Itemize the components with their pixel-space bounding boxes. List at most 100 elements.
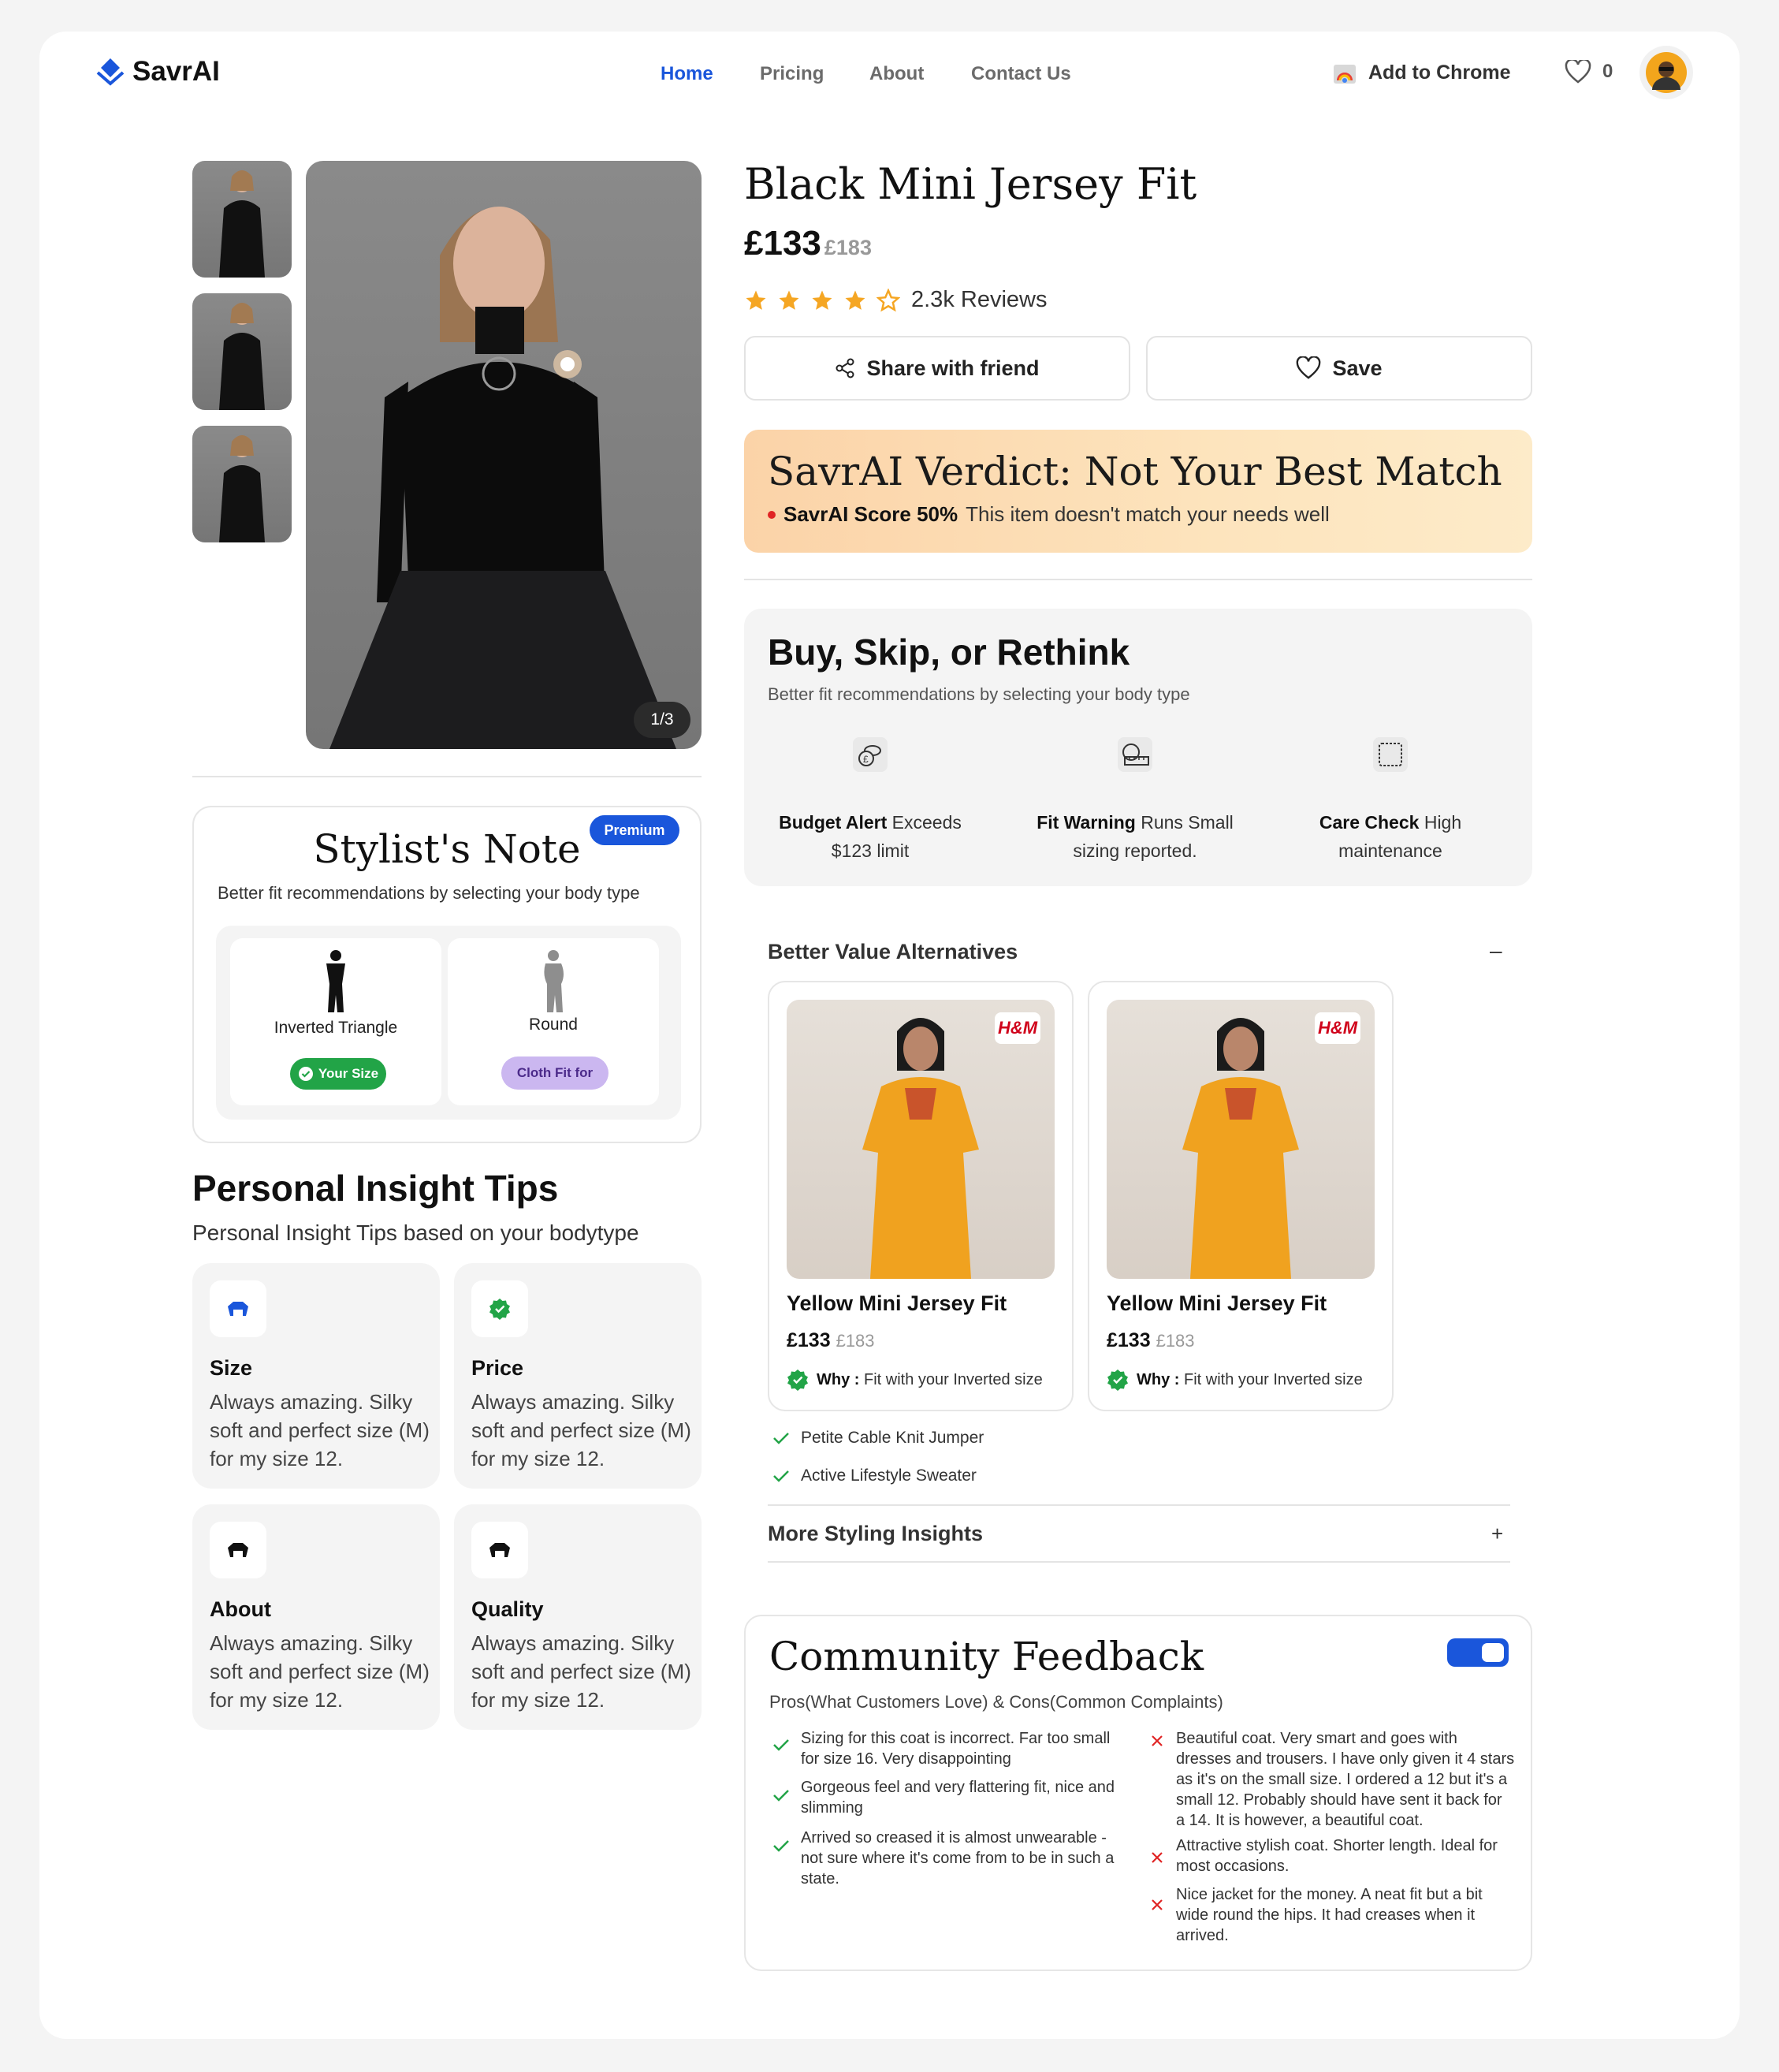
model-black-outfit-image xyxy=(329,207,676,749)
alternative-card[interactable]: H&M Yellow Mini Jersey Fit £133 £183 Why… xyxy=(1088,981,1394,1411)
care-check-text: High xyxy=(1419,812,1462,833)
star-filled-icon xyxy=(779,290,799,310)
cross-icon xyxy=(1152,1852,1163,1863)
fit-warning-detail: sizing reported. xyxy=(1073,840,1197,861)
con-feedback: Beautiful coat. Very smart and goes with… xyxy=(1176,1730,1515,1829)
premium-badge: Premium xyxy=(590,815,679,845)
why-label: Why : xyxy=(1137,1370,1180,1388)
alternative-reason: Why : Fit with your Inverted size xyxy=(1107,1369,1363,1391)
body-type-label: Inverted Triangle xyxy=(274,1019,398,1037)
verdict-score-row: SavrAI Score 50% This item doesn't match… xyxy=(768,502,1330,527)
community-feedback-card: Community Feedback Pros(What Customers L… xyxy=(744,1615,1532,1971)
nav-pricing[interactable]: Pricing xyxy=(760,63,824,85)
check-list-item[interactable]: Active Lifestyle Sweater xyxy=(772,1466,977,1485)
fit-warning: Fit Warning Runs Small sizing reported. xyxy=(1009,735,1261,865)
star-filled-icon xyxy=(845,290,865,310)
status-dot-icon xyxy=(768,510,776,519)
verified-badge-icon xyxy=(1107,1370,1128,1391)
rating-row[interactable]: 2.3k Reviews xyxy=(744,287,1047,313)
wishlist-button[interactable]: 0 xyxy=(1565,60,1613,84)
hotspot-marker[interactable] xyxy=(553,350,582,378)
alternative-card[interactable]: H&M Yellow Mini Jersey Fit £133 £183 Why… xyxy=(768,981,1074,1411)
alt-current-price: £133 xyxy=(787,1329,831,1351)
verdict-text: This item doesn't match your needs well xyxy=(966,502,1330,526)
collapse-toggle[interactable]: – xyxy=(1490,938,1502,963)
tips-title: Personal Insight Tips xyxy=(192,1168,559,1209)
tip-title: Price xyxy=(471,1356,524,1380)
gallery-thumbnail[interactable] xyxy=(192,293,292,410)
heart-icon xyxy=(1565,60,1591,84)
body-type-round[interactable]: Round Cloth Fit for xyxy=(448,938,659,1105)
nav-about[interactable]: About xyxy=(869,63,924,85)
care-check-label: Care Check xyxy=(1319,812,1420,833)
old-price: £183 xyxy=(824,236,872,259)
check-icon xyxy=(773,1739,789,1751)
decision-title: Buy, Skip, or Rethink xyxy=(768,632,1130,673)
main-product-image[interactable]: 1/3 xyxy=(306,161,702,749)
decision-panel: Buy, Skip, or Rethink Better fit recomme… xyxy=(744,609,1532,886)
why-text: Fit with your Inverted size xyxy=(864,1370,1043,1388)
save-label: Save xyxy=(1332,356,1383,380)
sweater-icon xyxy=(228,1543,248,1557)
avatar[interactable] xyxy=(1639,46,1693,99)
verdict-banner: SavrAI Verdict: Not Your Best Match Savr… xyxy=(744,430,1532,553)
tip-card-price: Price Always amazing. Silky soft and per… xyxy=(454,1263,702,1489)
verdict-score: SavrAI Score 50% xyxy=(783,502,958,526)
more-styling-insights[interactable]: More Styling Insights xyxy=(768,1522,983,1546)
check-list-item[interactable]: Petite Cable Knit Jumper xyxy=(772,1429,984,1448)
diamond-logo-icon xyxy=(96,58,125,86)
care-check-detail: maintenance xyxy=(1338,840,1442,861)
share-button[interactable]: Share with friend xyxy=(744,336,1130,401)
current-price: £133 xyxy=(744,224,821,263)
cloth-fit-tag: Cloth Fit for xyxy=(501,1056,609,1090)
tip-text: Always amazing. Silky soft and perfect s… xyxy=(210,1390,430,1470)
tip-title: Size xyxy=(210,1356,253,1380)
model-thumbnail-image xyxy=(219,435,265,542)
gallery-thumbnail[interactable] xyxy=(192,426,292,542)
brand-logo-badge: H&M xyxy=(995,1012,1040,1044)
save-button[interactable]: Save xyxy=(1146,336,1532,401)
check-icon xyxy=(773,1433,789,1444)
tip-title: Quality xyxy=(471,1597,544,1621)
sweater-icon xyxy=(228,1302,248,1316)
tips-subtitle: Personal Insight Tips based on your body… xyxy=(192,1220,639,1245)
community-toggle[interactable] xyxy=(1447,1638,1509,1667)
tip-card-size: Size Always amazing. Silky soft and perf… xyxy=(192,1263,440,1489)
stylist-subtitle: Better fit recommendations by selecting … xyxy=(218,883,640,903)
tip-text: Always amazing. Silky soft and perfect s… xyxy=(210,1631,430,1712)
alt-current-price: £133 xyxy=(1107,1329,1151,1351)
add-to-chrome-label: Add to Chrome xyxy=(1368,61,1511,84)
heart-icon xyxy=(1297,356,1321,379)
care-check: Care Check High maintenance xyxy=(1264,735,1517,865)
decision-subtitle: Better fit recommendations by selecting … xyxy=(768,684,1190,704)
alternative-price: £133 £183 xyxy=(1107,1329,1195,1352)
community-title: Community Feedback xyxy=(769,1634,1204,1679)
divider xyxy=(192,776,702,777)
alternative-name: Yellow Mini Jersey Fit xyxy=(787,1291,1007,1315)
nav-contact[interactable]: Contact Us xyxy=(971,63,1071,85)
brand-logo-badge: H&M xyxy=(1315,1012,1360,1044)
verified-badge-icon xyxy=(787,1370,808,1391)
check-item-label: Active Lifestyle Sweater xyxy=(801,1466,977,1485)
expand-toggle[interactable]: + xyxy=(1491,1522,1503,1546)
add-to-chrome-button[interactable]: Add to Chrome xyxy=(1332,60,1511,85)
nav-home[interactable]: Home xyxy=(661,63,713,85)
gallery-thumbnail[interactable] xyxy=(192,161,292,278)
verdict-title: SavrAI Verdict: Not Your Best Match xyxy=(768,449,1502,494)
alternative-image: H&M xyxy=(787,1000,1055,1279)
divider xyxy=(768,1504,1510,1506)
chrome-store-icon xyxy=(1334,65,1356,84)
user-avatar-icon xyxy=(1646,52,1687,93)
budget-alert-text: Exceeds xyxy=(887,812,962,833)
tip-icon-box xyxy=(471,1280,528,1337)
why-text: Fit with your Inverted size xyxy=(1184,1370,1363,1388)
star-filled-icon xyxy=(812,290,832,310)
verified-badge-icon xyxy=(489,1299,510,1320)
body-type-inverted-triangle[interactable]: Inverted Triangle Your Size xyxy=(230,938,441,1105)
brand-logo[interactable]: SavrAI xyxy=(95,55,220,88)
sweater-icon xyxy=(489,1543,510,1557)
check-icon xyxy=(773,1790,789,1802)
fit-warning-label: Fit Warning xyxy=(1037,812,1136,833)
divider xyxy=(768,1561,1510,1563)
reviews-count: 2.3k Reviews xyxy=(911,287,1048,312)
